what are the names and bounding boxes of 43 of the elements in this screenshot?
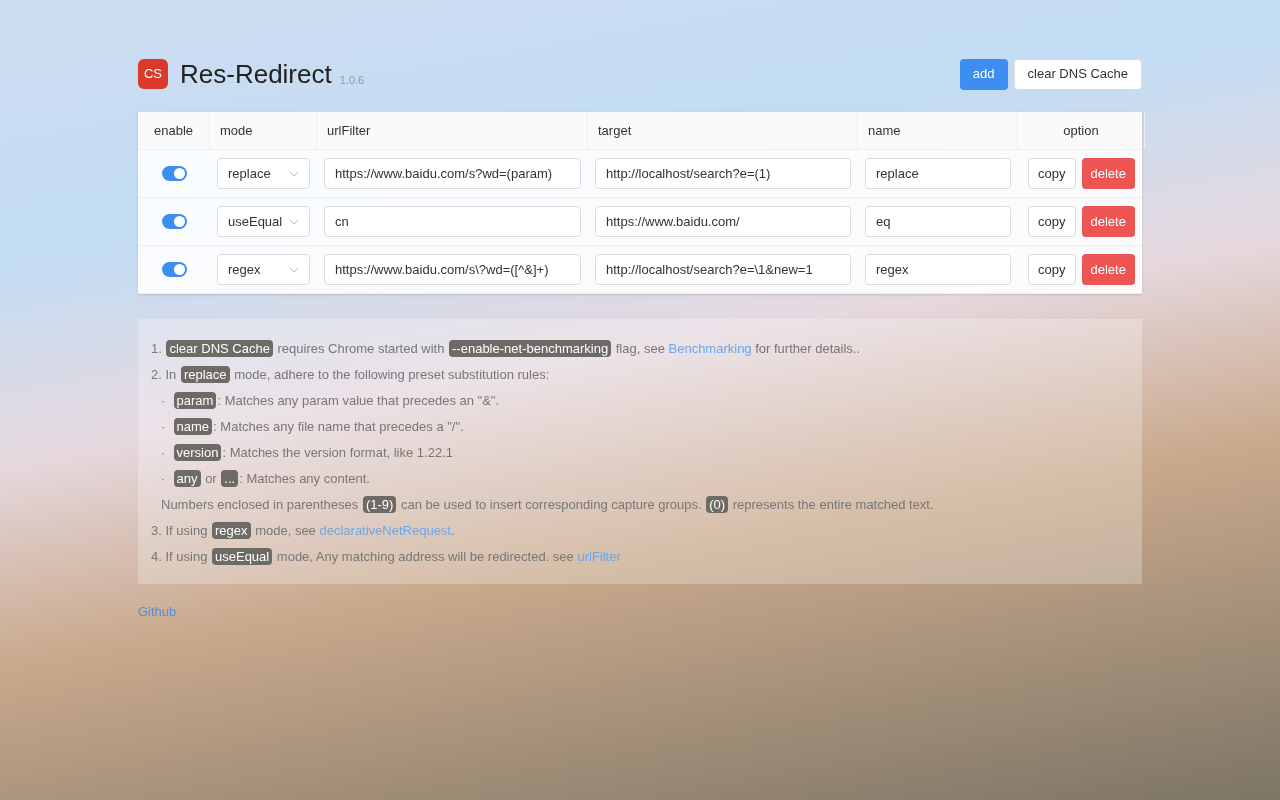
note-text: Numbers enclosed in parentheses (1-9) can be used to insert corresponding capture groups. (0) represents the entire matched text. bbox=[160, 495, 935, 515]
copy-button[interactable]: copy bbox=[1028, 158, 1076, 189]
name-input[interactable]: eq bbox=[865, 206, 1011, 237]
column-header: name bbox=[867, 121, 902, 140]
mode-dropdown[interactable]: regex bbox=[217, 254, 310, 285]
app-title: Res-Redirect bbox=[180, 57, 332, 91]
caret-icon bbox=[289, 218, 299, 225]
note-item: · param : Matches any param value that precedes an "&". bbox=[160, 391, 501, 411]
note-item: 4. If using useEqual mode, Any matching address will be redirected. see urlFilter bbox=[151, 547, 622, 567]
url-filter-input[interactable]: cn bbox=[324, 206, 581, 237]
note-item: · version : Matches the version format, like 1.22.1 bbox=[160, 443, 454, 463]
target-input[interactable]: http://localhost/search?e=\1&new=1 bbox=[595, 254, 851, 285]
note-item: 2. In replace mode, adhere to the following preset substitution rules: bbox=[151, 365, 551, 385]
toggle-switch[interactable] bbox=[161, 262, 187, 277]
column-header: target bbox=[597, 121, 633, 140]
name-input[interactable]: regex bbox=[865, 254, 1011, 285]
url-filter-input[interactable]: https://www.baidu.com/s?wd=(param) bbox=[324, 158, 581, 189]
clear-cache-button[interactable]: clear DNS Cache bbox=[1013, 58, 1142, 90]
delete-button[interactable]: delete bbox=[1081, 206, 1135, 237]
toggle-switch[interactable] bbox=[161, 214, 187, 229]
caret-icon bbox=[289, 266, 299, 273]
mode-dropdown[interactable]: replace bbox=[217, 158, 310, 189]
note-item: · name : Matches any file name that precedes a "/". bbox=[160, 417, 465, 437]
column-header: mode bbox=[219, 121, 254, 140]
mode-dropdown[interactable]: useEqual bbox=[217, 206, 310, 237]
name-input[interactable]: replace bbox=[865, 158, 1011, 189]
app-logo: CS bbox=[138, 59, 168, 89]
note-item: 3. If using regex mode, see declarativeNetRequest. bbox=[151, 521, 456, 541]
note-item: · any or ... : Matches any content. bbox=[160, 469, 371, 489]
target-input[interactable]: http://localhost/search?e=(1) bbox=[595, 158, 851, 189]
delete-button[interactable]: delete bbox=[1081, 254, 1135, 285]
url-filter-input[interactable]: https://www.baidu.com/s\?wd=([^&]+) bbox=[324, 254, 581, 285]
delete-button[interactable]: delete bbox=[1081, 158, 1135, 189]
column-header: option bbox=[1062, 121, 1100, 140]
column-header: enable bbox=[152, 121, 194, 140]
column-header: urlFilter bbox=[326, 121, 372, 140]
copy-button[interactable]: copy bbox=[1028, 254, 1076, 285]
note-item: 1. clear DNS Cache requires Chrome started with --enable-net-benchmarking flag, see Benchmarking for further details.. bbox=[151, 339, 861, 359]
toggle-switch[interactable] bbox=[161, 166, 187, 181]
target-input[interactable]: https://www.baidu.com/ bbox=[595, 206, 851, 237]
version-label: 1.0.6 bbox=[339, 72, 365, 88]
copy-button[interactable]: copy bbox=[1028, 206, 1076, 237]
caret-icon bbox=[289, 170, 299, 177]
